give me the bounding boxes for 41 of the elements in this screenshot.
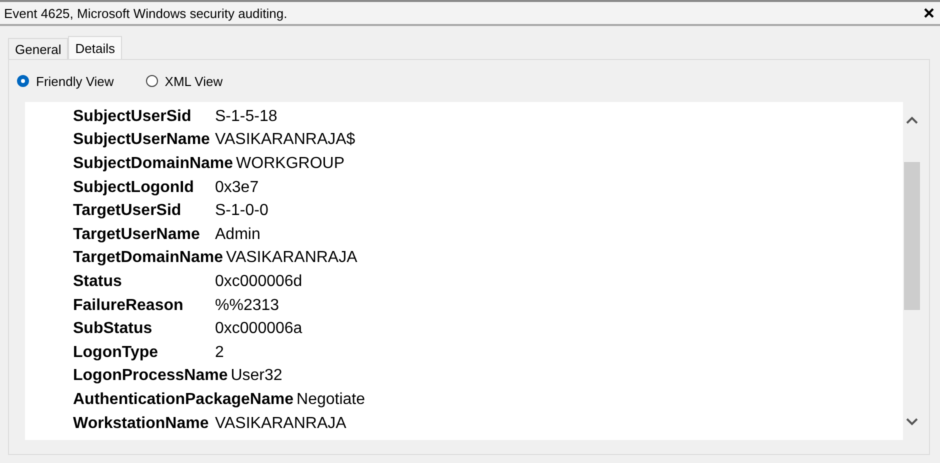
- field-value: WORKGROUP: [236, 154, 344, 173]
- view-radio[interactable]: XML View: [146, 74, 223, 88]
- field-name: SubStatus: [73, 320, 154, 338]
- field-name: LogonProcessName: [73, 367, 228, 386]
- field-value: 0xc000006d: [215, 272, 302, 291]
- scrollbar-thumb[interactable]: [904, 162, 920, 310]
- scroll-up-icon[interactable]: [906, 116, 918, 124]
- close-icon[interactable]: [924, 8, 934, 18]
- field-name: SubjectLogonId: [73, 178, 195, 197]
- field-value: Negotiate: [296, 390, 366, 409]
- radio-button[interactable]: [17, 75, 29, 87]
- field-name: Status: [73, 272, 123, 291]
- field-value: VASIKARANRAJA: [215, 414, 346, 433]
- field-name: SubjectUserSid: [73, 108, 192, 126]
- tab[interactable]: General: [8, 38, 68, 59]
- field-name: SubjectDomainName: [73, 154, 234, 173]
- field-name: WorkstationName: [73, 414, 210, 433]
- field-value: %%2313: [215, 296, 280, 315]
- radio-label: XML View: [164, 74, 223, 88]
- field-name: SubjectUserName: [73, 131, 211, 150]
- field-value: 0x3e7: [215, 178, 259, 197]
- field-name: LogonType: [73, 344, 160, 362]
- window-title: Event 4625, Microsoft Windows security auditing.: [4, 6, 288, 20]
- radio-button[interactable]: [146, 75, 158, 87]
- field-value: S-1-0-0: [215, 202, 268, 220]
- field-name: TargetUserSid: [73, 202, 182, 220]
- field-name: AuthenticationPackageName: [73, 390, 294, 409]
- field-value: 0xc000006a: [215, 320, 302, 338]
- tab[interactable]: Details: [68, 36, 122, 59]
- field-value: Admin: [215, 226, 260, 244]
- scroll-down-icon[interactable]: [906, 418, 918, 426]
- field-value: VASIKARANRAJA$: [215, 131, 356, 150]
- field-name: TargetDomainName: [73, 249, 223, 268]
- field-value: VASIKARANRAJA: [226, 249, 358, 268]
- field-name: FailureReason: [73, 296, 184, 315]
- field-value: S-1-5-18: [215, 108, 278, 126]
- field-value: User32: [230, 367, 282, 386]
- view-radio[interactable]: Friendly View: [17, 74, 114, 88]
- field-name: TargetUserName: [73, 226, 201, 244]
- field-value: 2: [215, 344, 224, 362]
- radio-label: Friendly View: [36, 74, 114, 88]
